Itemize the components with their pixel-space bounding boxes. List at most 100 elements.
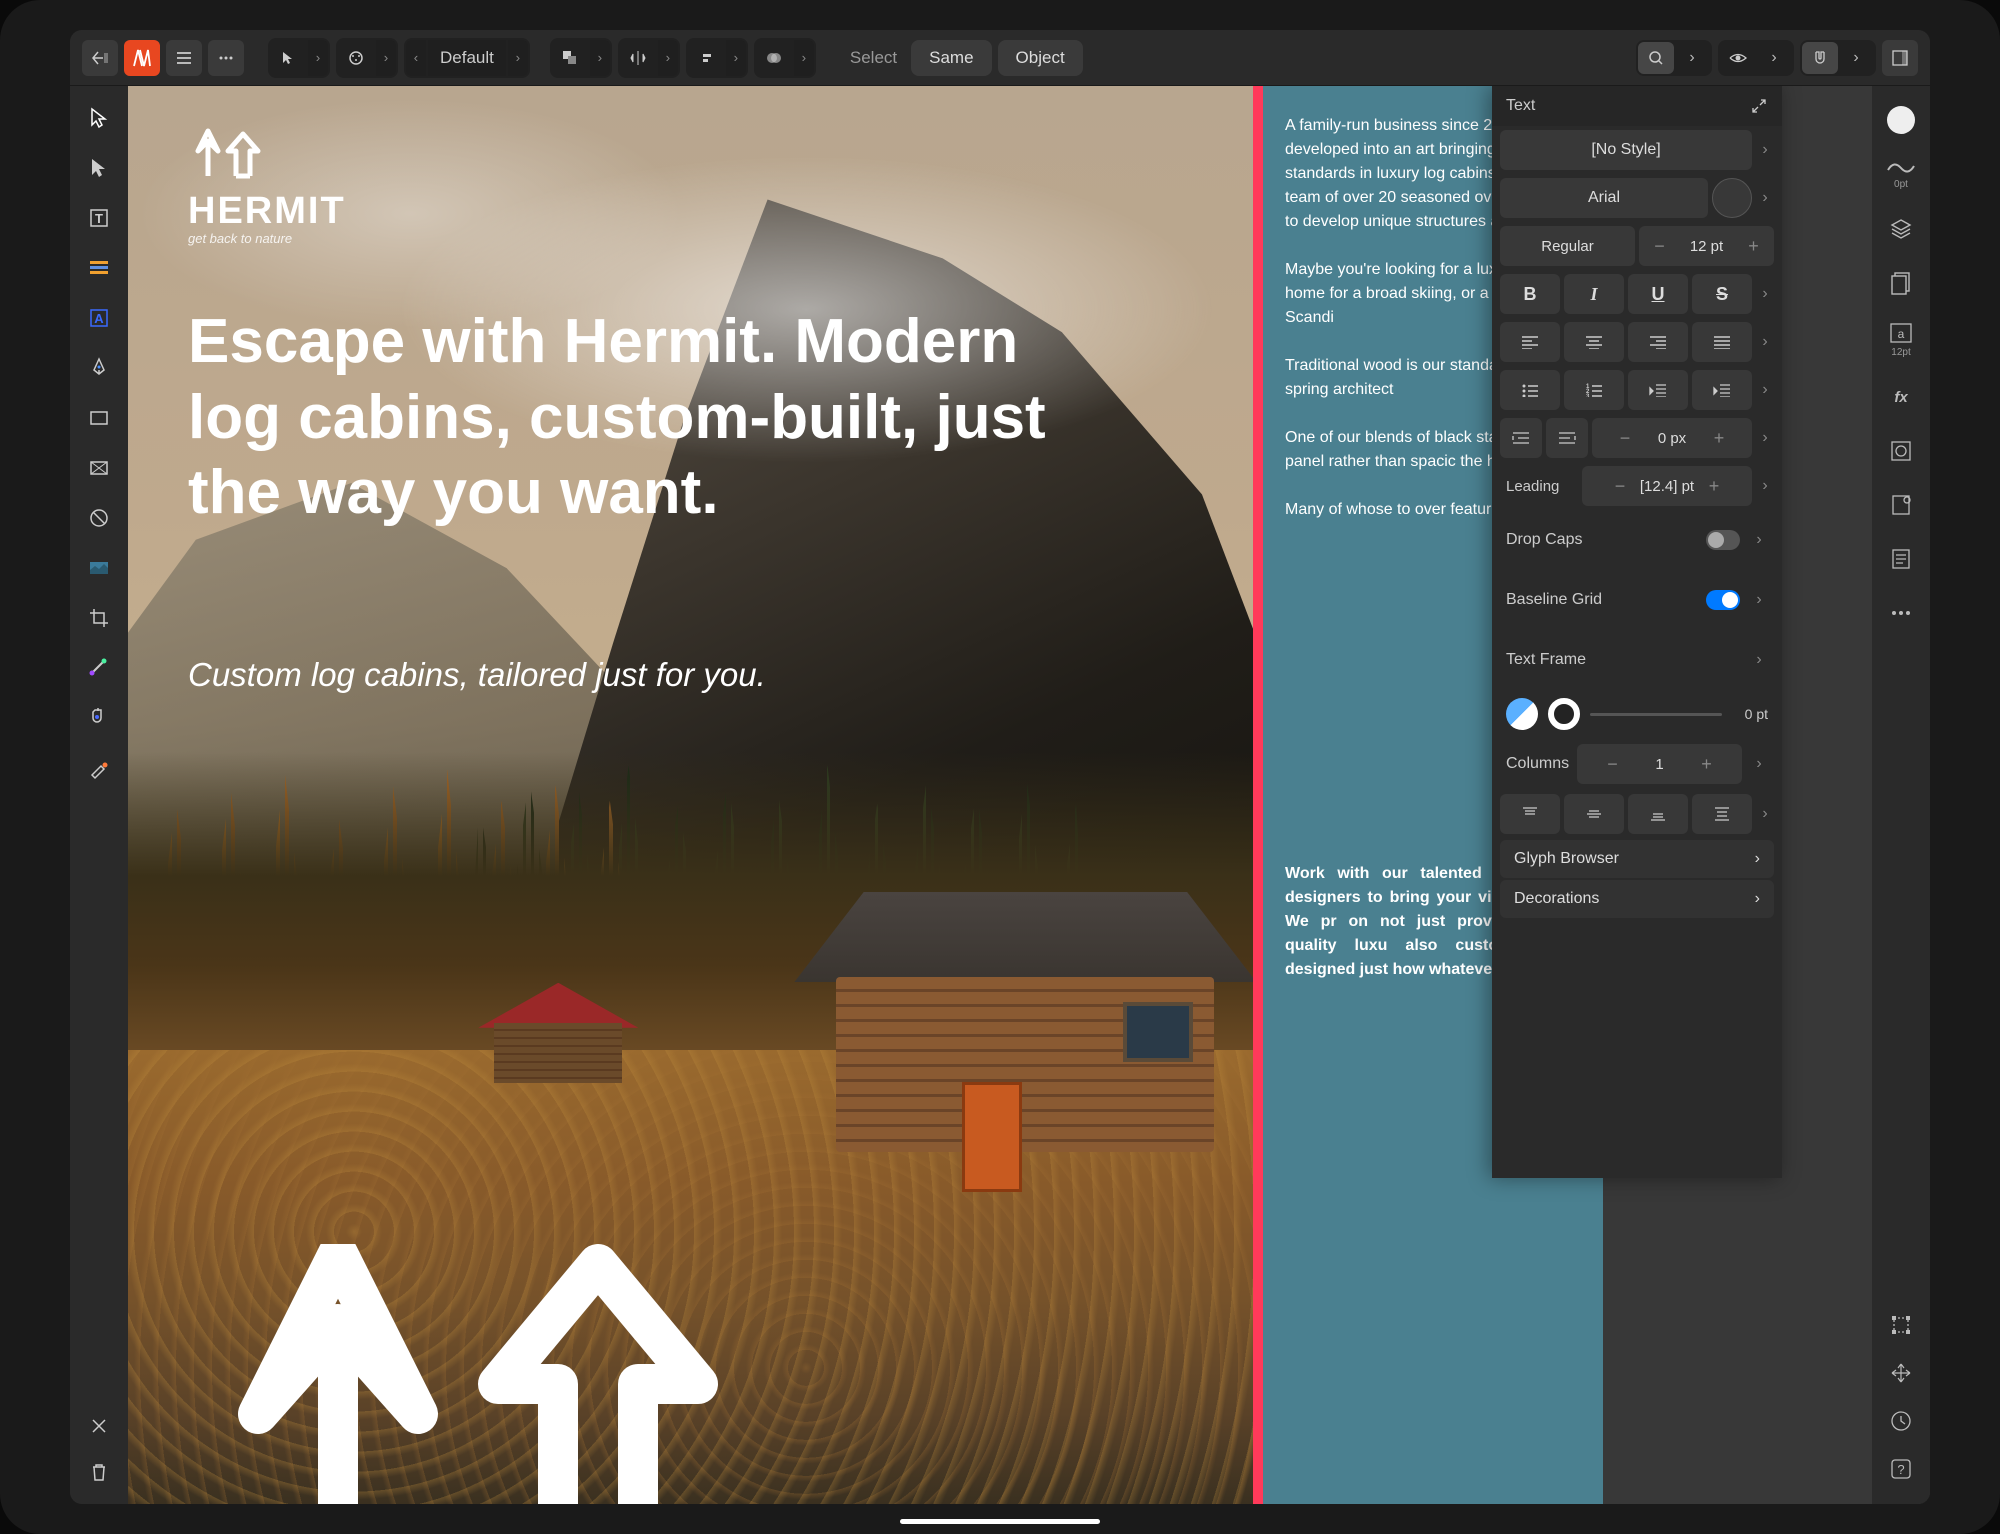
indent-left-icon[interactable] [1500,418,1542,458]
color-picker-tool[interactable] [85,754,113,782]
move-tool[interactable] [85,104,113,132]
valign-justify-button[interactable] [1692,794,1752,834]
outdent-button[interactable] [1628,370,1688,410]
pointer-tool[interactable] [270,40,306,76]
leading-decrease[interactable]: − [1605,467,1635,505]
pointer-chevron[interactable]: › [308,40,328,76]
gradient-tool[interactable] [85,654,113,682]
node-tool[interactable] [85,154,113,182]
indent-chevron-icon[interactable]: › [1756,418,1774,458]
text-color-swatch[interactable] [1712,178,1752,218]
brush-chevron[interactable]: › [376,40,396,76]
pages-panel-icon[interactable] [1886,268,1916,298]
arrange-chevron[interactable]: › [590,40,610,76]
align-chevron[interactable]: › [726,40,746,76]
fx-panel-icon[interactable]: fx [1886,382,1916,412]
more-icon[interactable] [208,40,244,76]
baseline-toggle[interactable] [1706,590,1740,610]
leading-increase[interactable]: + [1699,467,1729,505]
layers-panel-icon[interactable] [1886,214,1916,244]
list-chevron-icon[interactable]: › [1756,370,1774,410]
columns-chevron-icon[interactable]: › [1750,744,1768,784]
fill-swatch[interactable] [1887,106,1915,134]
valign-chevron-icon[interactable]: › [1756,794,1774,834]
align-chevron-icon[interactable]: › [1756,322,1774,362]
close-x-icon[interactable] [85,1412,113,1440]
valign-bottom-button[interactable] [1628,794,1688,834]
back-button[interactable] [82,40,118,76]
bold-button[interactable]: B [1500,274,1560,314]
indent-decrease[interactable]: − [1610,419,1640,457]
columns-decrease[interactable]: − [1598,745,1628,783]
baseline-chevron-icon[interactable]: › [1750,580,1768,620]
list-bullet-button[interactable] [1500,370,1560,410]
select-same[interactable]: Same [911,40,991,76]
place-image-tool[interactable] [85,554,113,582]
more-panels-icon[interactable] [1886,598,1916,628]
frame-stroke-swatch[interactable] [1548,698,1580,730]
underline-button[interactable]: U [1628,274,1688,314]
trash-icon[interactable] [85,1458,113,1486]
align-right-button[interactable] [1628,322,1688,362]
page-1[interactable]: HERMIT get back to nature Escape with He… [128,86,1258,1504]
preset-prev[interactable]: ‹ [406,40,426,76]
arrange-icon[interactable] [552,40,588,76]
fill-tool[interactable] [85,704,113,732]
list-number-button[interactable]: 123 [1564,370,1624,410]
size-increase[interactable]: + [1739,227,1769,265]
subheadline[interactable]: Custom log cabins, tailored just for you… [188,656,766,694]
align-icon[interactable] [688,40,724,76]
indent-button[interactable] [1692,370,1752,410]
dropcaps-chevron-icon[interactable]: › [1750,520,1768,560]
valign-top-button[interactable] [1500,794,1560,834]
typography-chevron-icon[interactable]: › [1756,274,1774,314]
align-center-button[interactable] [1564,322,1624,362]
hamburger-menu-icon[interactable] [166,40,202,76]
strikethrough-button[interactable]: S [1692,274,1752,314]
valign-center-button[interactable] [1564,794,1624,834]
navigator-panel-icon[interactable] [1886,1358,1916,1388]
indent-right-icon[interactable] [1546,418,1588,458]
preset-label[interactable]: Default [428,40,506,76]
fields-panel-icon[interactable] [1886,544,1916,574]
text-frame-tool[interactable]: T [85,204,113,232]
frame-stroke-slider[interactable] [1590,713,1722,716]
paragraph-style[interactable]: [No Style] [1500,130,1752,170]
glyph-browser-row[interactable]: Glyph Browser › [1500,840,1774,878]
indent-stepper[interactable]: − 0 px + [1592,418,1752,458]
boolean-icon[interactable] [756,40,792,76]
boolean-chevron[interactable]: › [794,40,814,76]
select-object[interactable]: Object [998,40,1083,76]
font-family[interactable]: Arial [1500,178,1708,218]
stroke-rail-item[interactable]: 0pt [1886,158,1916,190]
textframe-chevron-icon[interactable]: › [1750,640,1768,680]
preview-toggle[interactable]: › [1718,40,1794,76]
flip-chevron[interactable]: › [658,40,678,76]
zoom-toggle[interactable]: › [1636,40,1712,76]
studio-toggle-icon[interactable] [1882,40,1918,76]
columns-increase[interactable]: + [1692,745,1722,783]
columns-stepper[interactable]: − 1 + [1577,744,1742,784]
rectangle-tool[interactable] [85,404,113,432]
help-icon[interactable]: ? [1886,1454,1916,1484]
flip-icon[interactable] [620,40,656,76]
canvas[interactable]: HERMIT get back to nature Escape with He… [128,86,1872,1504]
drop-caps-toggle[interactable] [1706,530,1740,550]
transform-panel-icon[interactable] [1886,1310,1916,1340]
pen-tool[interactable] [85,354,113,382]
text-rail-item[interactable]: a 12pt [1889,322,1913,358]
artistic-text-tool[interactable]: A [85,304,113,332]
leading-chevron-icon[interactable]: › [1756,466,1774,506]
decorations-row[interactable]: Decorations › [1500,880,1774,918]
expand-icon[interactable] [1750,97,1768,115]
adjustments-panel-icon[interactable] [1886,490,1916,520]
app-icon[interactable] [124,40,160,76]
italic-button[interactable]: I [1564,274,1624,314]
align-left-button[interactable] [1500,322,1560,362]
font-chevron-icon[interactable]: › [1756,178,1774,218]
brush-tool-icon[interactable] [338,40,374,76]
snap-toggle[interactable]: › [1800,40,1876,76]
size-decrease[interactable]: − [1645,227,1675,265]
crop-tool[interactable] [85,604,113,632]
indent-increase[interactable]: + [1704,419,1734,457]
